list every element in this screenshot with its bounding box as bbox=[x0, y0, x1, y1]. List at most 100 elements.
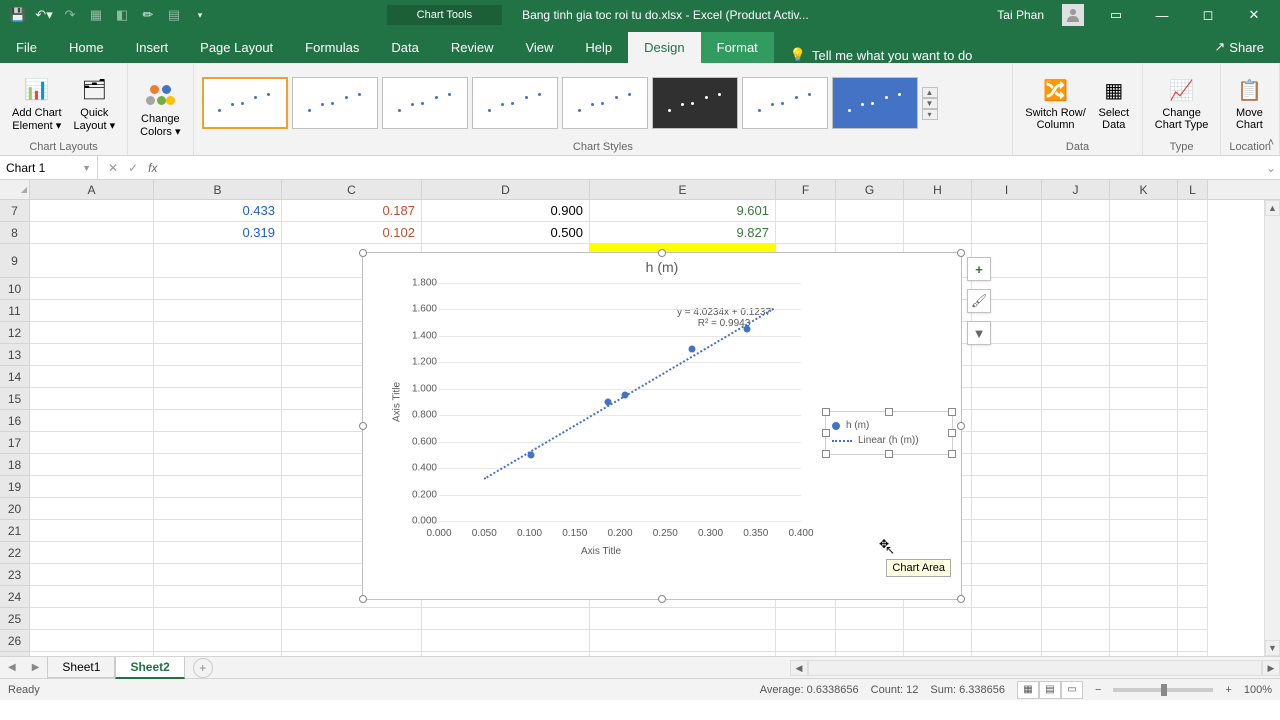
collapse-ribbon-icon[interactable]: ˄ bbox=[1268, 137, 1274, 149]
cell[interactable] bbox=[30, 586, 154, 608]
cell[interactable] bbox=[30, 476, 154, 498]
cell[interactable] bbox=[1042, 608, 1110, 630]
resize-handle[interactable] bbox=[957, 595, 965, 603]
cell[interactable] bbox=[1110, 608, 1178, 630]
page-break-view-button[interactable]: ▭ bbox=[1061, 681, 1083, 699]
row-header[interactable]: 9 bbox=[0, 244, 30, 278]
cell[interactable] bbox=[1110, 200, 1178, 222]
cell[interactable] bbox=[1178, 476, 1208, 498]
row-header[interactable]: 26 bbox=[0, 630, 30, 652]
column-header[interactable]: K bbox=[1110, 180, 1178, 199]
row-header[interactable]: 8 bbox=[0, 222, 30, 244]
cell[interactable] bbox=[30, 278, 154, 300]
cell[interactable] bbox=[154, 410, 282, 432]
row-header[interactable]: 12 bbox=[0, 322, 30, 344]
cell[interactable] bbox=[30, 454, 154, 476]
cell[interactable] bbox=[972, 344, 1042, 366]
enter-formula-icon[interactable]: ✓ bbox=[128, 161, 138, 175]
tab-data[interactable]: Data bbox=[375, 32, 434, 63]
cell[interactable]: 0.187 bbox=[282, 200, 422, 222]
tab-design[interactable]: Design bbox=[628, 32, 700, 63]
cell[interactable] bbox=[154, 564, 282, 586]
cell[interactable] bbox=[422, 608, 590, 630]
cell[interactable] bbox=[1042, 476, 1110, 498]
cell[interactable] bbox=[836, 200, 904, 222]
share-button[interactable]: ↗ Share bbox=[1198, 31, 1280, 63]
row-header[interactable]: 27 bbox=[0, 652, 30, 656]
gallery-scroll-button[interactable]: ▲ bbox=[922, 87, 938, 98]
chart-filters-button[interactable]: ▼ bbox=[967, 321, 991, 345]
chart-style-thumbnail[interactable] bbox=[382, 77, 468, 129]
column-header[interactable]: J bbox=[1042, 180, 1110, 199]
select-data-button[interactable]: ▦ Select Data bbox=[1094, 73, 1134, 133]
cell[interactable] bbox=[972, 564, 1042, 586]
scrollbar-track[interactable] bbox=[808, 660, 1262, 676]
data-point[interactable] bbox=[605, 399, 612, 406]
row-header[interactable]: 7 bbox=[0, 200, 30, 222]
resize-handle[interactable] bbox=[948, 450, 956, 458]
cell[interactable] bbox=[30, 498, 154, 520]
tab-page-layout[interactable]: Page Layout bbox=[184, 32, 289, 63]
cell[interactable] bbox=[776, 200, 836, 222]
cell[interactable] bbox=[1178, 278, 1208, 300]
cell[interactable] bbox=[1042, 366, 1110, 388]
cell[interactable] bbox=[30, 630, 154, 652]
resize-handle[interactable] bbox=[658, 249, 666, 257]
cell[interactable] bbox=[1110, 498, 1178, 520]
row-header[interactable]: 25 bbox=[0, 608, 30, 630]
column-header[interactable]: I bbox=[972, 180, 1042, 199]
resize-handle[interactable] bbox=[957, 422, 965, 430]
cell[interactable] bbox=[1110, 630, 1178, 652]
cell[interactable] bbox=[1042, 200, 1110, 222]
cell[interactable] bbox=[1178, 344, 1208, 366]
cell[interactable] bbox=[154, 498, 282, 520]
x-axis-title[interactable]: Axis Title bbox=[581, 546, 621, 557]
cell[interactable] bbox=[1178, 498, 1208, 520]
cell[interactable] bbox=[1042, 244, 1110, 278]
cell[interactable] bbox=[972, 542, 1042, 564]
cell[interactable] bbox=[30, 244, 154, 278]
chart-style-thumbnail[interactable] bbox=[472, 77, 558, 129]
column-header[interactable]: F bbox=[776, 180, 836, 199]
select-all-corner[interactable] bbox=[0, 180, 30, 199]
data-point[interactable] bbox=[689, 346, 696, 353]
cell[interactable] bbox=[154, 608, 282, 630]
cell[interactable] bbox=[154, 542, 282, 564]
cell[interactable] bbox=[836, 652, 904, 656]
cell[interactable] bbox=[1042, 564, 1110, 586]
chart-style-thumbnail[interactable] bbox=[832, 77, 918, 129]
cell[interactable] bbox=[30, 222, 154, 244]
scroll-down-icon[interactable]: ▼ bbox=[1265, 640, 1280, 656]
cell[interactable] bbox=[30, 652, 154, 656]
row-header[interactable]: 13 bbox=[0, 344, 30, 366]
cell[interactable] bbox=[30, 564, 154, 586]
sheet-tab-sheet2[interactable]: Sheet2 bbox=[115, 657, 184, 679]
cell[interactable] bbox=[1178, 244, 1208, 278]
cell[interactable] bbox=[776, 630, 836, 652]
resize-handle[interactable] bbox=[885, 408, 893, 416]
scroll-left-icon[interactable]: ◀ bbox=[790, 660, 808, 676]
chart-legend[interactable]: h (m) Linear (h (m)) bbox=[825, 411, 953, 455]
cell[interactable] bbox=[904, 608, 972, 630]
scroll-up-icon[interactable]: ▲ bbox=[1265, 200, 1280, 216]
cell[interactable] bbox=[590, 608, 776, 630]
scroll-right-icon[interactable]: ▶ bbox=[1262, 660, 1280, 676]
resize-handle[interactable] bbox=[822, 408, 830, 416]
chart-style-thumbnail[interactable] bbox=[292, 77, 378, 129]
cell[interactable] bbox=[30, 200, 154, 222]
chart-style-thumbnail[interactable] bbox=[562, 77, 648, 129]
cell[interactable] bbox=[1042, 410, 1110, 432]
cell[interactable] bbox=[1178, 200, 1208, 222]
cell[interactable] bbox=[1110, 410, 1178, 432]
cell[interactable] bbox=[1042, 542, 1110, 564]
row-header[interactable]: 24 bbox=[0, 586, 30, 608]
data-point[interactable] bbox=[621, 392, 628, 399]
data-point[interactable] bbox=[743, 326, 750, 333]
zoom-level[interactable]: 100% bbox=[1244, 684, 1272, 696]
cell[interactable]: 9.827 bbox=[590, 222, 776, 244]
gallery-scroll-button[interactable]: ▼ bbox=[922, 98, 938, 109]
sheet-nav-prev-icon[interactable]: ◀ bbox=[0, 662, 24, 673]
cell[interactable] bbox=[904, 652, 972, 656]
cell[interactable] bbox=[904, 222, 972, 244]
change-chart-type-button[interactable]: 📈 Change Chart Type bbox=[1151, 73, 1213, 133]
